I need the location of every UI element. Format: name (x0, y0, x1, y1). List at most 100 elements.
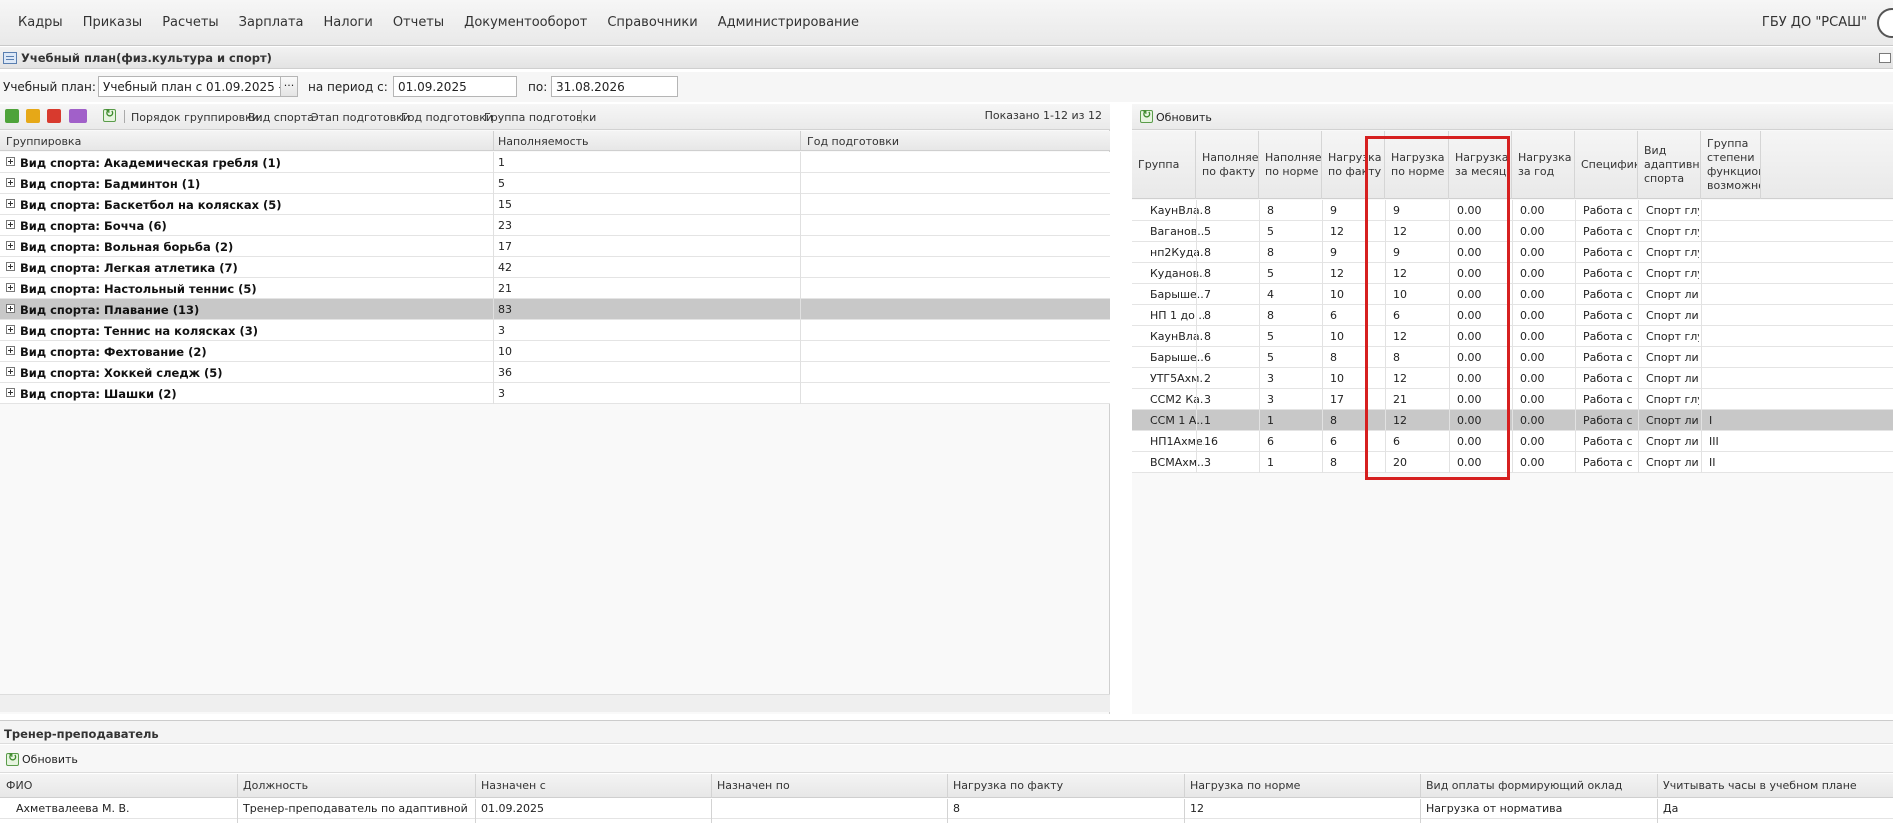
right-col-header[interactable]: Группа (1132, 131, 1196, 199)
cell: 6 (1393, 309, 1400, 322)
menu-item[interactable]: Отчеты (383, 15, 454, 30)
group-row[interactable]: Вид спорта: Теннис на колясках (3) 3 (0, 320, 1110, 341)
group-detail-row[interactable]: нп2Куда...88990.000.00Работа с и...Спорт… (1132, 242, 1893, 263)
group-detail-row[interactable]: УТГ5Ахм...2310120.000.00Работа с и...Спо… (1132, 368, 1893, 389)
right-col-header[interactable]: Нагрузка за год (1512, 131, 1575, 199)
coach-grid-row[interactable]: Ахметвалеева М. В. Тренер-преподаватель п… (0, 799, 1893, 823)
expand-icon[interactable] (6, 199, 15, 208)
group-detail-row[interactable]: ССМ2 Ка...3317210.000.00Работа с и...Спо… (1132, 389, 1893, 410)
right-col-header[interactable]: Нагрузка по факту (1322, 131, 1385, 199)
right-col-header[interactable]: Нагрузка за месяц (1449, 131, 1512, 199)
cell: 0.00 (1457, 246, 1482, 259)
group-row[interactable]: Вид спорта: Легкая атлетика (7) 42 (0, 257, 1110, 278)
group-detail-row[interactable]: ССМ 1 А...118120.000.00Работа с и...Спор… (1132, 410, 1893, 431)
menu-item[interactable]: Справочники (597, 15, 707, 30)
coach-col-header[interactable]: Нагрузка по норме (1190, 779, 1300, 792)
grouping-field-group[interactable]: Группа подготовки (484, 111, 596, 124)
grouping-grid-panel: Порядок группировки: Вид спорта Этап под… (0, 104, 1110, 714)
group-detail-row[interactable]: Барыше...7410100.000.00Работа с и...Спор… (1132, 284, 1893, 305)
collapse-button[interactable] (1879, 53, 1891, 63)
refresh-icon[interactable] (1140, 108, 1153, 123)
menu-item[interactable]: Администрирование (708, 15, 869, 30)
group-detail-row[interactable]: Куданов...8512120.000.00Работа с и...Спо… (1132, 263, 1893, 284)
right-col-header[interactable]: Наполняем... по норме (1259, 131, 1322, 199)
coach-col-header[interactable]: ФИО (6, 779, 32, 792)
expand-icon[interactable] (6, 178, 15, 187)
actions-dropdown-icon[interactable] (69, 109, 87, 123)
expand-icon[interactable] (6, 367, 15, 376)
horizontal-scrollbar[interactable] (0, 694, 1110, 712)
group-detail-row[interactable]: НП 1 до ...88660.000.00Работа с и...Спор… (1132, 305, 1893, 326)
menu-item[interactable]: Расчеты (152, 15, 228, 30)
group-detail-row[interactable]: НП1Ахме...166660.000.00Работа с и...Спор… (1132, 431, 1893, 452)
expand-icon[interactable] (6, 262, 15, 271)
period-from-field[interactable]: 01.09.2025 (393, 76, 517, 97)
menu-item[interactable]: Зарплата (229, 15, 314, 30)
coach-cell: Да (1663, 802, 1679, 815)
coach-col-header[interactable]: Нагрузка по факту (953, 779, 1063, 792)
grouping-field-year[interactable]: Год подготовки (401, 111, 493, 124)
expand-icon[interactable] (6, 346, 15, 355)
group-detail-row[interactable]: КаунВла...88990.000.00Работа с и...Спорт… (1132, 200, 1893, 221)
coach-col-header[interactable]: Назначен по (717, 779, 790, 792)
refresh-button[interactable]: Обновить (1156, 111, 1212, 124)
expand-icon[interactable] (6, 388, 15, 397)
expand-icon[interactable] (6, 325, 15, 334)
coach-col-header[interactable]: Вид оплаты формирующий оклад (1426, 779, 1622, 792)
coach-refresh-button[interactable]: Обновить (22, 753, 78, 766)
group-row[interactable]: Вид спорта: Баскетбол на колясках (5) 15 (0, 194, 1110, 215)
right-col-header[interactable]: Наполняем... по факту (1196, 131, 1259, 199)
plan-field[interactable]: Учебный план с 01.09.2025 - 31 (98, 76, 282, 97)
right-col-header[interactable]: Вид адаптивного спорта (1638, 131, 1701, 199)
coach-col-header[interactable]: Должность (243, 779, 308, 792)
cell: 9 (1393, 204, 1400, 217)
group-detail-row[interactable]: Барыше...65880.000.00Работа с и...Спорт … (1132, 347, 1893, 368)
coach-col-header[interactable]: Учитывать часы в учебном плане (1663, 779, 1857, 792)
expand-icon[interactable] (6, 220, 15, 229)
col-training-year[interactable]: Год подготовки (807, 135, 899, 148)
group-row[interactable]: Вид спорта: Бадминтон (1) 5 (0, 173, 1110, 194)
right-col-header[interactable]: Специфика (1575, 131, 1638, 199)
expand-icon[interactable] (6, 241, 15, 250)
group-row[interactable]: Вид спорта: Настольный теннис (5) 21 (0, 278, 1110, 299)
cell: 0.00 (1520, 456, 1545, 469)
expand-icon[interactable] (6, 304, 15, 313)
grouping-field-sport[interactable]: Вид спорта (248, 111, 314, 124)
cell: 0.00 (1457, 288, 1482, 301)
refresh-icon[interactable] (103, 107, 116, 122)
coach-col-header[interactable]: Назначен с (481, 779, 546, 792)
group-row[interactable]: Вид спорта: Хоккей следж (5) 36 (0, 362, 1110, 383)
group-row[interactable]: Вид спорта: Вольная борьба (2) 17 (0, 236, 1110, 257)
plan-select-button[interactable]: ··· (280, 76, 298, 97)
right-col-header[interactable]: Группа степени функциона... возможнос... (1701, 131, 1761, 199)
group-detail-row[interactable]: КаунВла...8510120.000.00Работа с и...Спо… (1132, 326, 1893, 347)
menu-item[interactable]: Кадры (8, 15, 73, 30)
cell: 8 (1204, 204, 1211, 217)
group-name: Вид спорта: Шашки (2) (20, 387, 177, 401)
user-avatar[interactable] (1877, 8, 1893, 38)
add-icon[interactable] (5, 109, 19, 123)
group-detail-row[interactable]: Ваганов...5512120.000.00Работа с и...Спо… (1132, 221, 1893, 242)
group-row[interactable]: Вид спорта: Шашки (2) 3 (0, 383, 1110, 404)
edit-icon[interactable] (26, 109, 40, 123)
cell: Работа с и... (1583, 456, 1636, 469)
group-detail-row[interactable]: ВСМАхм...318200.000.00Работа с и...Спорт… (1132, 452, 1893, 473)
group-row[interactable]: Вид спорта: Академическая гребля (1) 1 (0, 152, 1110, 173)
menu-item[interactable]: Налоги (314, 15, 383, 30)
col-grouping[interactable]: Группировка (6, 135, 81, 148)
group-row[interactable]: Вид спорта: Плавание (13) 83 (0, 299, 1110, 320)
expand-icon[interactable] (6, 283, 15, 292)
refresh-icon[interactable] (6, 751, 19, 766)
right-col-header[interactable]: Нагрузка по норме (1385, 131, 1449, 199)
group-row[interactable]: Вид спорта: Бочча (6) 23 (0, 215, 1110, 236)
col-fill[interactable]: Наполняемость (498, 135, 589, 148)
menu-item[interactable]: Приказы (73, 15, 152, 30)
menu-item[interactable]: Документооборот (454, 15, 597, 30)
grouping-field-stage[interactable]: Этап подготовки (311, 111, 410, 124)
period-to-field[interactable]: 31.08.2026 (551, 76, 678, 97)
expand-icon[interactable] (6, 157, 15, 166)
delete-icon[interactable] (47, 109, 61, 123)
group-row[interactable]: Вид спорта: Фехтование (2) 10 (0, 341, 1110, 362)
cell: 20 (1393, 456, 1407, 469)
cell: 0.00 (1457, 456, 1482, 469)
